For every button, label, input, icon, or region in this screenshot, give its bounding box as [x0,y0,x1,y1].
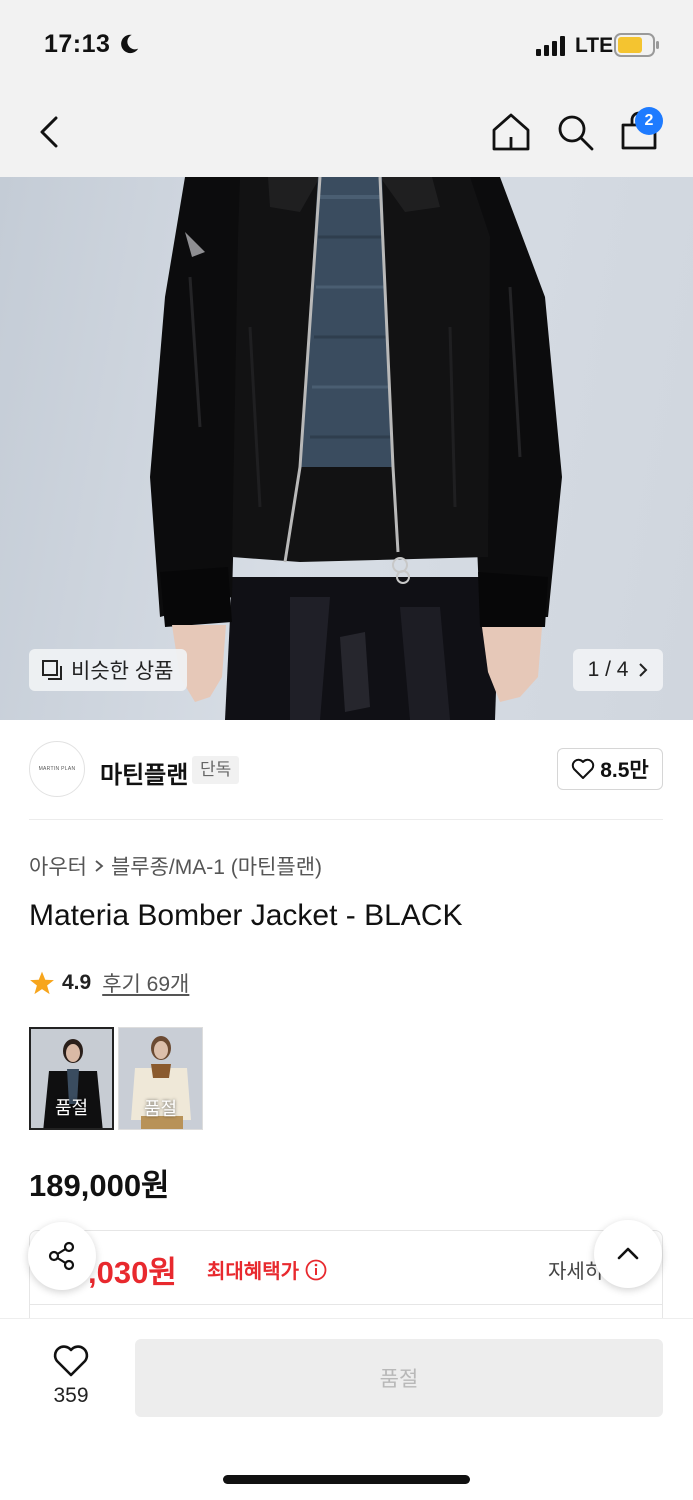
breadcrumb-item-outer[interactable]: 아우터 [29,851,87,881]
product-image-gallery[interactable] [0,177,693,720]
swatch-ivory[interactable]: 품절 [118,1027,203,1130]
heart-icon [572,758,595,779]
star-icon [30,971,54,995]
status-time: 17:13 [44,30,111,58]
home-icon[interactable] [490,111,532,153]
moon-icon [121,34,139,54]
wishlist-heart-icon[interactable] [52,1344,90,1378]
brand-like-count: 8.5만 [600,759,649,782]
sold-out-button[interactable]: 품절 [135,1339,663,1417]
similar-products-label: 비슷한 상품 [71,660,174,683]
chevron-up-icon [617,1247,639,1260]
share-icon [48,1241,75,1271]
color-swatches: 품절 품절 [29,1027,203,1130]
max-benefit-label: 최대혜택가 [207,1261,299,1283]
back-arrow-icon[interactable] [34,114,66,150]
wishlist-count: 359 [53,1384,89,1407]
brand-logo[interactable]: MARTIN PLAN [29,741,85,797]
similar-products-button[interactable]: 비슷한 상품 [29,649,188,691]
chevron-right-icon [95,860,104,872]
category-breadcrumb: 아우터 블루종/MA-1 (마틴플랜) [29,851,322,881]
brand-logo-text: MARTIN PLAN [38,766,76,772]
product-title: Materia Bomber Jacket - BLACK [29,899,463,932]
review-count-link[interactable]: 후기 69개 [102,968,189,998]
cart-count-badge: 2 [635,107,663,135]
share-button[interactable] [28,1222,96,1290]
swatch-black[interactable]: 품절 [29,1027,114,1130]
scroll-top-button[interactable] [594,1220,662,1288]
search-icon[interactable] [555,112,595,152]
status-bar: 17:13 LTE [0,0,693,88]
image-page-text: 1 / 4 [587,658,629,681]
signal-icon [536,36,565,56]
image-page-indicator[interactable]: 1 / 4 [573,649,663,691]
rating-row: 4.9 후기 69개 [29,968,189,998]
top-nav-bar [0,88,693,177]
swatch-soldout-label: 품절 [54,1098,89,1118]
rating-value: 4.9 [62,971,92,994]
home-indicator [223,1475,470,1484]
benefit-divider [29,1304,663,1305]
brand-name[interactable]: 마틴플랜 [100,755,188,790]
product-photo [150,177,562,720]
product-price: 189,000원 [29,1168,170,1203]
exclusive-tag: 단독 [192,756,240,784]
swatch-soldout-label: 품절 [143,1099,178,1119]
chevron-right-icon [639,663,648,677]
breadcrumb-item-blouson[interactable]: 블루종/MA-1 (마틴플랜) [111,851,322,881]
similar-items-icon [42,660,62,680]
info-icon [305,1259,327,1280]
network-label: LTE [575,34,614,57]
max-benefit-label-group[interactable]: 최대혜택가 [207,1255,327,1284]
section-divider [29,819,663,820]
battery-icon [614,33,659,57]
brand-like-button[interactable]: 8.5만 [557,748,663,790]
max-benefit-price: ,030원 [88,1255,177,1290]
